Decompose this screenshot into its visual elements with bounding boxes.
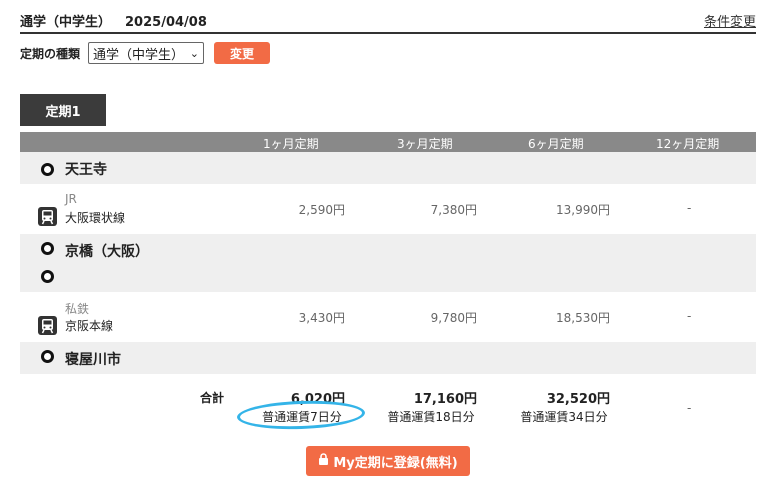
register-my-pass-button[interactable]: My定期に登録(無料) [306,446,470,476]
total-label: 合計 [200,391,225,405]
station-row: 京橋（大阪） [20,234,756,292]
header-bar: 通学（中学生） 2025/04/08 条件変更 [20,8,756,34]
station-name: 京橋（大阪） [65,244,149,260]
station-name: 天王寺 [65,162,107,178]
fare-3month: 7,380円 [430,203,477,217]
page-title: 通学（中学生） 2025/04/08 [20,11,207,30]
segment-line: 京阪本線 [65,319,114,333]
column-header-3month: 3ヶ月定期 [397,137,453,151]
station-marker-icon [41,163,54,176]
pass-type-select[interactable]: 通学（中学生） ⌄ [88,42,205,64]
total-6month: 32,520円 [546,392,610,407]
total-12month: - [687,401,692,415]
fare-3month: 9,780円 [430,311,477,325]
total-sub-3month: 普通運賃18日分 [387,410,475,424]
fare-table: 1ヶ月定期 3ヶ月定期 6ヶ月定期 12ヶ月定期 [20,132,756,152]
segment-company: 私鉄 [65,302,90,316]
chevron-down-icon: ⌄ [189,46,200,60]
column-header-1month: 1ヶ月定期 [263,137,319,151]
fare-1month: 3,430円 [298,311,345,325]
fare-12month: - [687,309,692,323]
tab-pass-1[interactable]: 定期1 [20,94,106,126]
fare-6month: 13,990円 [556,203,610,217]
search-date: 2025/04/08 [125,15,207,30]
station-marker-icon [41,242,54,255]
table-header: 1ヶ月定期 3ヶ月定期 6ヶ月定期 12ヶ月定期 [20,132,756,152]
column-header-6month: 6ヶ月定期 [528,137,584,151]
pass-type-selected: 通学（中学生） [93,47,185,63]
train-icon [38,207,57,226]
register-button-label: My定期に登録(無料) [333,455,458,471]
train-icon [38,316,57,335]
segment-row: 私鉄 京阪本線 3,430円 9,780円 18,530円 - [20,292,756,342]
total-sub-6month: 普通運賃34日分 [520,410,608,424]
fare-1month: 2,590円 [298,203,345,217]
station-marker-icon [41,350,54,363]
segment-line: 大阪環状線 [65,211,126,225]
station-name: 寝屋川市 [65,352,121,368]
column-header-12month: 12ヶ月定期 [656,137,720,151]
fare-6month: 18,530円 [556,311,610,325]
pass-type-label: 定期の種類 [20,46,81,61]
fare-12month: - [687,201,692,215]
station-marker-icon [41,270,54,283]
total-3month: 17,160円 [413,392,477,407]
route-type-title: 通学（中学生） [20,15,112,30]
change-conditions-link[interactable]: 条件変更 [704,11,756,30]
segment-company: JR [65,192,77,206]
lock-icon [318,453,329,469]
segment-row: JR 大阪環状線 2,590円 7,380円 13,990円 - [20,184,756,234]
pass-type-row: 定期の種類 通学（中学生） ⌄ 変更 [20,42,271,64]
station-row: 寝屋川市 [20,342,756,374]
station-row: 天王寺 [20,152,756,184]
change-button[interactable]: 変更 [214,42,271,64]
